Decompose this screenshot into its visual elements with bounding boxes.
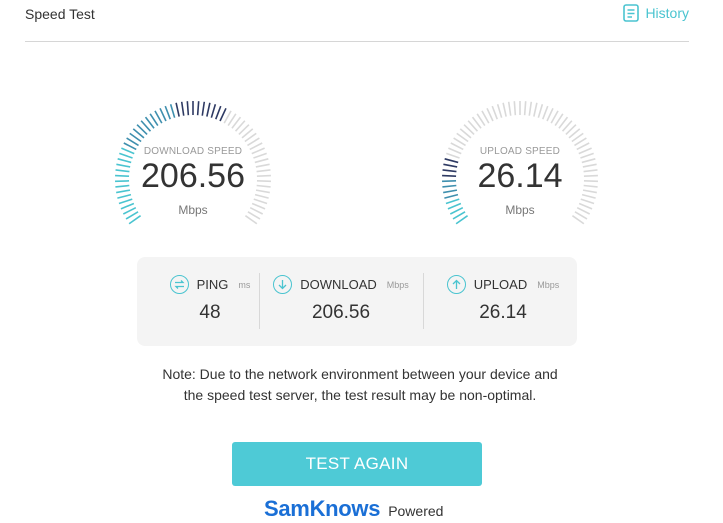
gauge-tick xyxy=(496,104,503,118)
upload-value: 26.14 xyxy=(479,302,527,323)
ping-unit: ms xyxy=(238,279,251,290)
download-speed-label: DOWNLOAD SPEED xyxy=(143,146,243,157)
gauge-tick xyxy=(550,110,559,124)
stats-panel: PING ms 48 DOWNLOAD Mbps 206.56 UPLOAD M… xyxy=(137,257,577,346)
gauge-tick xyxy=(533,102,538,117)
gauge-tick xyxy=(180,101,185,116)
download-speed-value: 206.56 xyxy=(141,157,245,195)
gauge-tick xyxy=(513,101,517,116)
samknows-logo: SamKnows xyxy=(264,496,381,521)
gauge-tick xyxy=(159,107,167,122)
gauge-tick xyxy=(201,101,206,116)
gauge-tick xyxy=(186,101,190,116)
page-title: Speed Test xyxy=(25,6,95,22)
gauge-tick xyxy=(491,105,498,120)
gauge-tick xyxy=(175,102,180,117)
history-label: History xyxy=(645,5,689,21)
gauge-tick xyxy=(528,101,533,116)
gauge-tick xyxy=(219,107,227,122)
download-speed-gauge: DOWNLOAD SPEED 206.56 Mbps xyxy=(108,99,278,239)
upload-speed-value: 26.14 xyxy=(477,157,563,195)
upload-speed-gauge: UPLOAD SPEED 26.14 Mbps xyxy=(435,99,605,239)
history-link[interactable]: History xyxy=(623,4,689,22)
gauge-tick xyxy=(546,107,554,122)
upload-unit: Mbps xyxy=(537,279,560,290)
gauge-tick xyxy=(164,105,171,120)
gauge-tick xyxy=(223,110,232,124)
gauge-tick xyxy=(215,105,222,120)
stat-upload: UPLOAD Mbps 26.14 xyxy=(430,257,576,346)
ping-icon xyxy=(169,275,189,294)
ping-label: PING xyxy=(196,277,229,292)
gauge-tick xyxy=(507,101,512,116)
header-divider xyxy=(25,41,689,42)
upload-speed-label: UPLOAD SPEED xyxy=(479,146,561,157)
history-icon xyxy=(623,4,640,22)
gauge-tick xyxy=(154,110,163,124)
gauge-tick xyxy=(486,107,494,122)
gauge-tick xyxy=(206,102,211,117)
network-note: Note: Due to the network environment bet… xyxy=(140,364,580,406)
gauge-tick xyxy=(537,104,544,118)
powered-label: Powered xyxy=(388,503,444,519)
note-line-2: the speed test server, the test result m… xyxy=(183,387,537,403)
download-label: DOWNLOAD xyxy=(300,277,377,292)
powered-by: SamKnows Powered xyxy=(264,496,443,522)
upload-arrow-icon xyxy=(446,275,466,294)
download-value: 206.56 xyxy=(311,302,371,323)
gauge-tick xyxy=(169,104,176,118)
stat-download: DOWNLOAD Mbps 206.56 xyxy=(268,257,414,346)
download-arrow-icon xyxy=(273,275,293,294)
gauge-tick xyxy=(542,105,549,120)
gauge-tick xyxy=(481,110,490,124)
stat-divider xyxy=(423,273,424,329)
download-speed-unit: Mbps xyxy=(178,203,208,217)
ping-value: 48 xyxy=(199,302,221,323)
gauge-tick xyxy=(196,101,200,116)
stat-divider xyxy=(259,273,260,329)
gauge-tick xyxy=(502,102,507,117)
upload-label: UPLOAD xyxy=(473,277,528,292)
stat-ping: PING ms 48 xyxy=(137,257,283,346)
gauge-tick xyxy=(523,101,527,116)
download-unit: Mbps xyxy=(386,279,409,290)
note-line-1: Note: Due to the network environment bet… xyxy=(162,366,558,382)
gauge-tick xyxy=(210,104,217,118)
test-again-button[interactable]: TEST AGAIN xyxy=(232,442,482,486)
upload-speed-unit: Mbps xyxy=(505,203,535,217)
